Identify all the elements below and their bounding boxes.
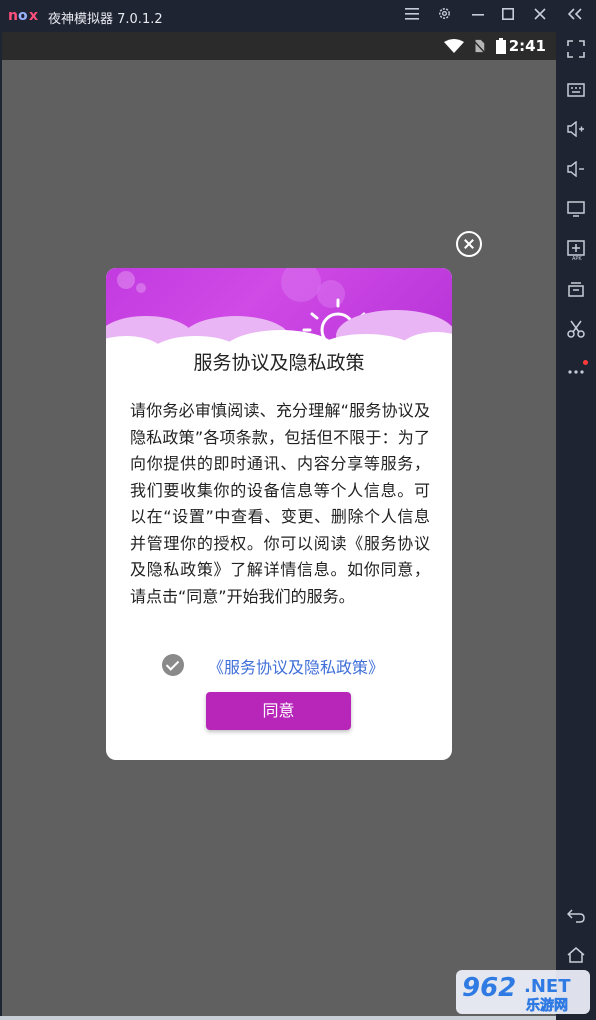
agree-button[interactable]: 同意 (206, 692, 351, 730)
volume-down-icon[interactable] (564, 160, 588, 184)
svg-text:o: o (18, 8, 28, 22)
keyboard-icon[interactable] (564, 80, 588, 104)
back-icon[interactable] (564, 906, 588, 930)
host-taskbar (0, 1016, 556, 1020)
dialog-title: 服务协议及隐私政策 (193, 352, 365, 374)
fullscreen-icon[interactable] (564, 40, 588, 64)
window-title: 夜神模拟器 7.0.1.2 (48, 12, 163, 27)
screenshot-scissors-icon[interactable] (564, 320, 588, 344)
svg-text:x: x (29, 8, 38, 22)
watermark-962: 962 (462, 973, 516, 1003)
watermark-cn: 乐游网 (526, 997, 568, 1014)
volume-up-icon[interactable] (564, 120, 588, 144)
nox-logo: n o x (8, 8, 42, 26)
settings-icon[interactable] (434, 6, 454, 26)
no-sim-icon (473, 39, 485, 53)
title-bar: n o x 夜神模拟器 7.0.1.2 (0, 0, 596, 32)
privacy-dialog: 服务协议及隐私政策 请你务必审慎阅读、充分理解“服务协议及隐私政策”各项条款，包… (106, 268, 452, 760)
agreement-checkbox[interactable] (162, 654, 184, 676)
close-icon[interactable] (530, 6, 550, 26)
dialog-body: 请你务必审慎阅读、充分理解“服务协议及隐私政策”各项条款，包括但不限于：为了向你… (130, 401, 430, 606)
svg-text:n: n (8, 8, 17, 22)
apk-install-icon[interactable]: APK (564, 240, 588, 264)
maximize-icon[interactable] (498, 6, 518, 26)
status-bar: 2:41 (2, 32, 556, 60)
collapse-icon[interactable] (565, 6, 585, 26)
watermark-net: .NET (524, 976, 571, 997)
wifi-icon (444, 39, 464, 53)
svg-text:APK: APK (572, 256, 582, 260)
policy-link[interactable]: 《服务协议及隐私政策》 (208, 654, 384, 678)
notification-dot (583, 360, 588, 365)
screen-icon[interactable] (564, 200, 588, 224)
status-time: 2:41 (508, 37, 546, 55)
multi-instance-icon[interactable] (564, 280, 588, 304)
battery-icon (496, 38, 506, 54)
emulator-window: n o x 夜神模拟器 7.0.1.2 2:41 服务协议及隐私政策 请你务必审… (0, 0, 596, 1020)
nox-logo-mark: n o x (8, 8, 39, 24)
minimize-icon[interactable] (468, 6, 488, 26)
menu-icon[interactable] (402, 6, 422, 26)
site-watermark-logo: 962 .NET 乐游网 (456, 966, 590, 1016)
emulator-sidebar: APK (556, 32, 596, 1020)
dialog-close-button[interactable] (456, 231, 482, 257)
